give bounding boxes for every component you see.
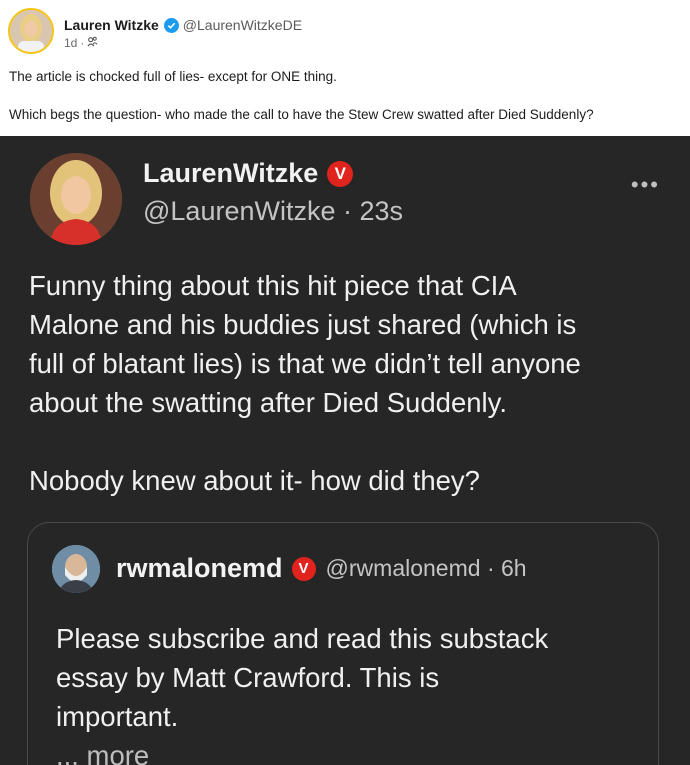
quoted-body-line: Please subscribe and read this substack [56, 623, 549, 654]
embedded-body-line: Funny thing about this hit piece that CI… [29, 270, 517, 301]
author-handle[interactable]: @LaurenWitzkeDE [183, 17, 302, 33]
verified-icon [163, 17, 179, 33]
embedded-separator: · [343, 196, 352, 226]
badge-letter: V [334, 163, 346, 183]
quoted-time: 6h [501, 555, 527, 581]
embedded-author-name: LaurenWitzke [143, 158, 319, 188]
quoted-verified-badge-icon: V [291, 556, 316, 581]
embedded-body-line: Nobody knew about it- how did they? [29, 465, 480, 496]
quoted-avatar [52, 545, 100, 593]
embedded-screenshot[interactable]: LaurenWitzke V @LaurenWitzke · 23s ••• F… [0, 136, 690, 765]
meta-separator: · [80, 36, 85, 50]
embedded-time: 23s [359, 196, 404, 226]
avatar[interactable] [8, 8, 54, 54]
embedded-handle: @LaurenWitzke [143, 196, 336, 226]
post-time[interactable]: 1d [64, 36, 77, 50]
globe-icon [87, 36, 98, 50]
post-header: Lauren Witzke @LaurenWitzkeDE 1d · [8, 8, 302, 54]
verified-badge-icon: V [327, 160, 354, 187]
embedded-body-line: about the swatting after Died Suddenly. [29, 387, 507, 418]
embedded-body-line: Malone and his buddies just shared (whic… [29, 309, 577, 340]
author-name[interactable]: Lauren Witzke [64, 17, 159, 33]
more-options-icon: ••• [630, 172, 660, 197]
quoted-author-name: rwmalonemd [116, 553, 283, 583]
post-text-line-1: The article is chocked full of lies- exc… [9, 69, 337, 84]
embedded-body-line: full of blatant lies) is that we didn’t … [29, 348, 581, 379]
quoted-body: Please subscribe and read this substack … [56, 619, 548, 765]
embedded-avatar [30, 153, 122, 245]
quoted-post-card: rwmalonemd V @rwmalonemd · 6h Please sub… [27, 522, 659, 765]
quoted-separator: · [486, 555, 495, 581]
embedded-body: Funny thing about this hit piece that CI… [29, 266, 669, 500]
post-text-line-2: Which begs the question- who made the ca… [9, 107, 594, 122]
quoted-handle: @rwmalonemd [325, 555, 481, 581]
quoted-more-link: ... more [56, 740, 150, 765]
quoted-badge-letter: V [298, 560, 309, 577]
embedded-handle-line: @LaurenWitzke · 23s [143, 196, 403, 227]
quoted-body-line: important. [56, 701, 179, 732]
quoted-body-line: essay by Matt Crawford. This is [56, 662, 440, 693]
